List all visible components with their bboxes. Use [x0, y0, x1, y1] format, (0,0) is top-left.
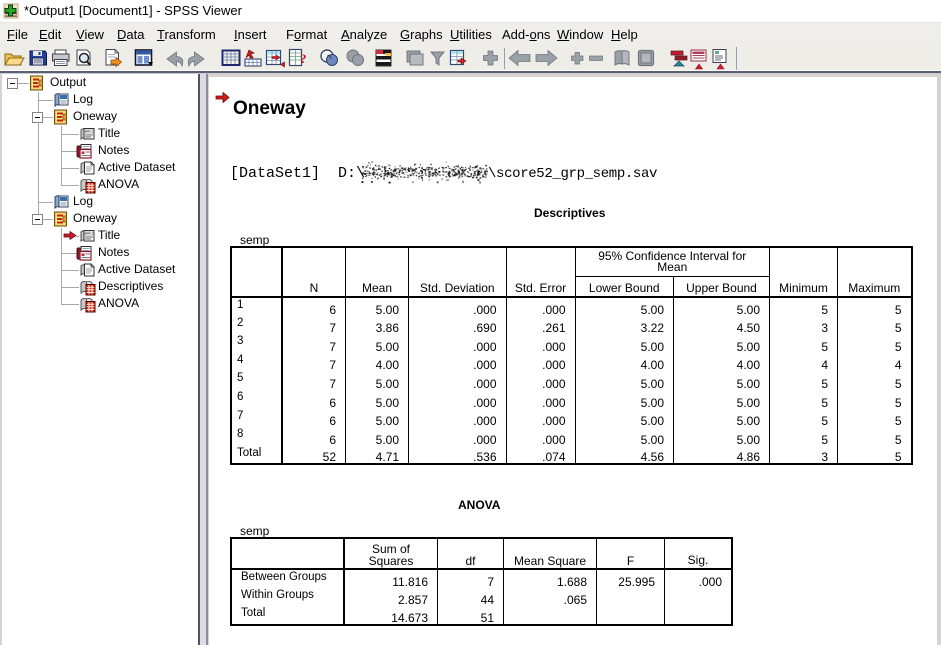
svg-text:?: ?	[300, 51, 307, 66]
